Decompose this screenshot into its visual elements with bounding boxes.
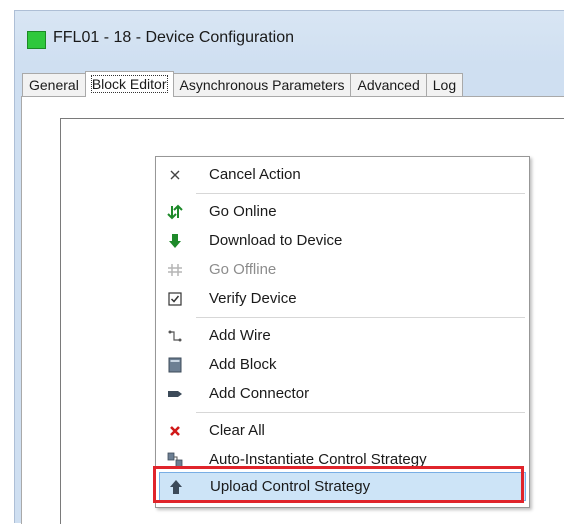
tab-asynchronous-parameters[interactable]: Asynchronous Parameters <box>173 73 352 96</box>
menu-item-go-online[interactable]: Go Online <box>158 198 527 226</box>
go-online-icon <box>166 203 184 221</box>
menu-item-clear-all[interactable]: Clear All <box>158 417 527 445</box>
menu-item-add-connector[interactable]: Add Connector <box>158 380 527 408</box>
menu-item-label: Add Block <box>209 356 277 373</box>
checkbox-icon <box>166 290 184 308</box>
menu-item-add-block[interactable]: Add Block <box>158 351 527 379</box>
device-status-icon <box>27 31 46 49</box>
go-offline-icon <box>166 261 184 279</box>
connector-icon <box>166 385 184 403</box>
block-icon <box>166 356 184 374</box>
menu-item-go-offline[interactable]: Go Offline <box>158 256 527 284</box>
menu-item-label: Go Online <box>209 203 277 220</box>
menu-item-label: Add Wire <box>209 327 271 344</box>
tab-advanced[interactable]: Advanced <box>351 73 427 96</box>
window-title: FFL01 - 18 - Device Configuration <box>53 29 294 46</box>
menu-item-label: Go Offline <box>209 261 277 278</box>
menu-item-download-to-device[interactable]: Download to Device <box>158 227 527 255</box>
highlight-callout-box <box>153 466 524 503</box>
menu-item-verify-device[interactable]: Verify Device <box>158 285 527 313</box>
wire-icon <box>166 327 184 345</box>
tab-block-editor[interactable]: Block Editor <box>84 71 174 97</box>
menu-item-label: Cancel Action <box>209 166 301 183</box>
menu-separator <box>196 193 525 194</box>
title-bar: FFL01 - 18 - Device Configuration <box>14 10 564 63</box>
tab-block-editor-label: Block Editor <box>90 75 168 93</box>
close-icon <box>166 166 184 184</box>
tab-log[interactable]: Log <box>426 73 464 96</box>
menu-item-label: Download to Device <box>209 232 343 249</box>
tab-general[interactable]: General <box>22 73 86 96</box>
device-configuration-window: FFL01 - 18 - Device Configuration Genera… <box>0 0 564 524</box>
menu-item-label: Add Connector <box>209 385 310 402</box>
download-arrow-icon <box>166 232 184 250</box>
menu-item-add-wire[interactable]: Add Wire <box>158 322 527 350</box>
menu-separator <box>196 412 525 413</box>
menu-item-label: Clear All <box>209 422 265 439</box>
tab-strip: General Block Editor Asynchronous Parame… <box>22 71 464 97</box>
menu-separator <box>196 317 525 318</box>
menu-item-label: Verify Device <box>209 290 297 307</box>
context-menu: Cancel Action Go Online Download to Devi… <box>155 156 530 508</box>
menu-item-cancel-action[interactable]: Cancel Action <box>158 161 527 189</box>
red-x-icon <box>166 422 184 440</box>
